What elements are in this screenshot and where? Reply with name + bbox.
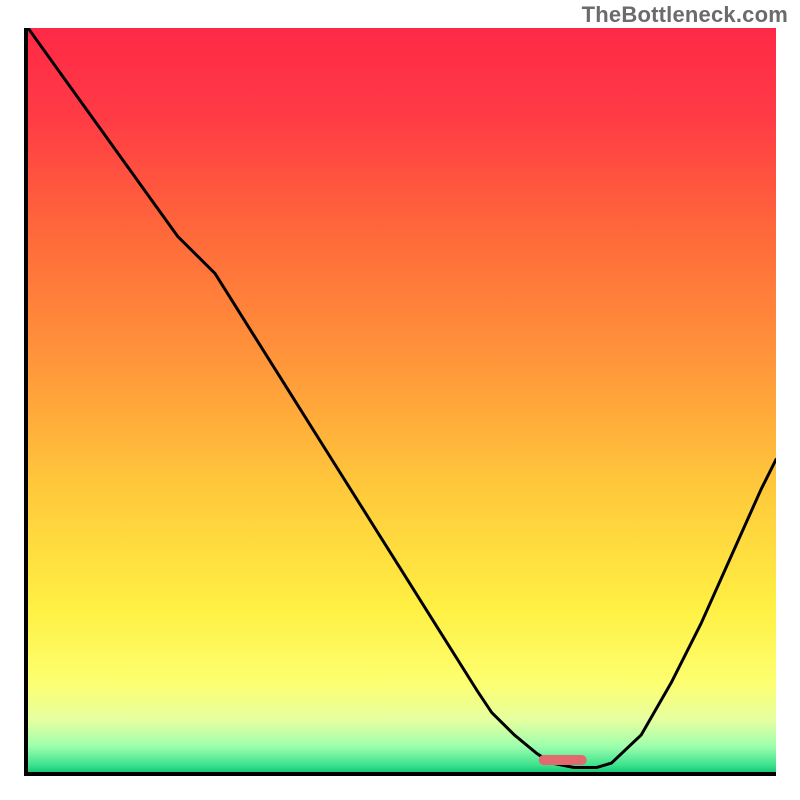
optimal-point-marker (539, 755, 588, 765)
gradient-background (28, 28, 776, 772)
chart-container: TheBottleneck.com (0, 0, 800, 800)
plot-svg (28, 28, 776, 772)
watermark-text: TheBottleneck.com (582, 2, 788, 28)
plot-area (24, 28, 776, 776)
